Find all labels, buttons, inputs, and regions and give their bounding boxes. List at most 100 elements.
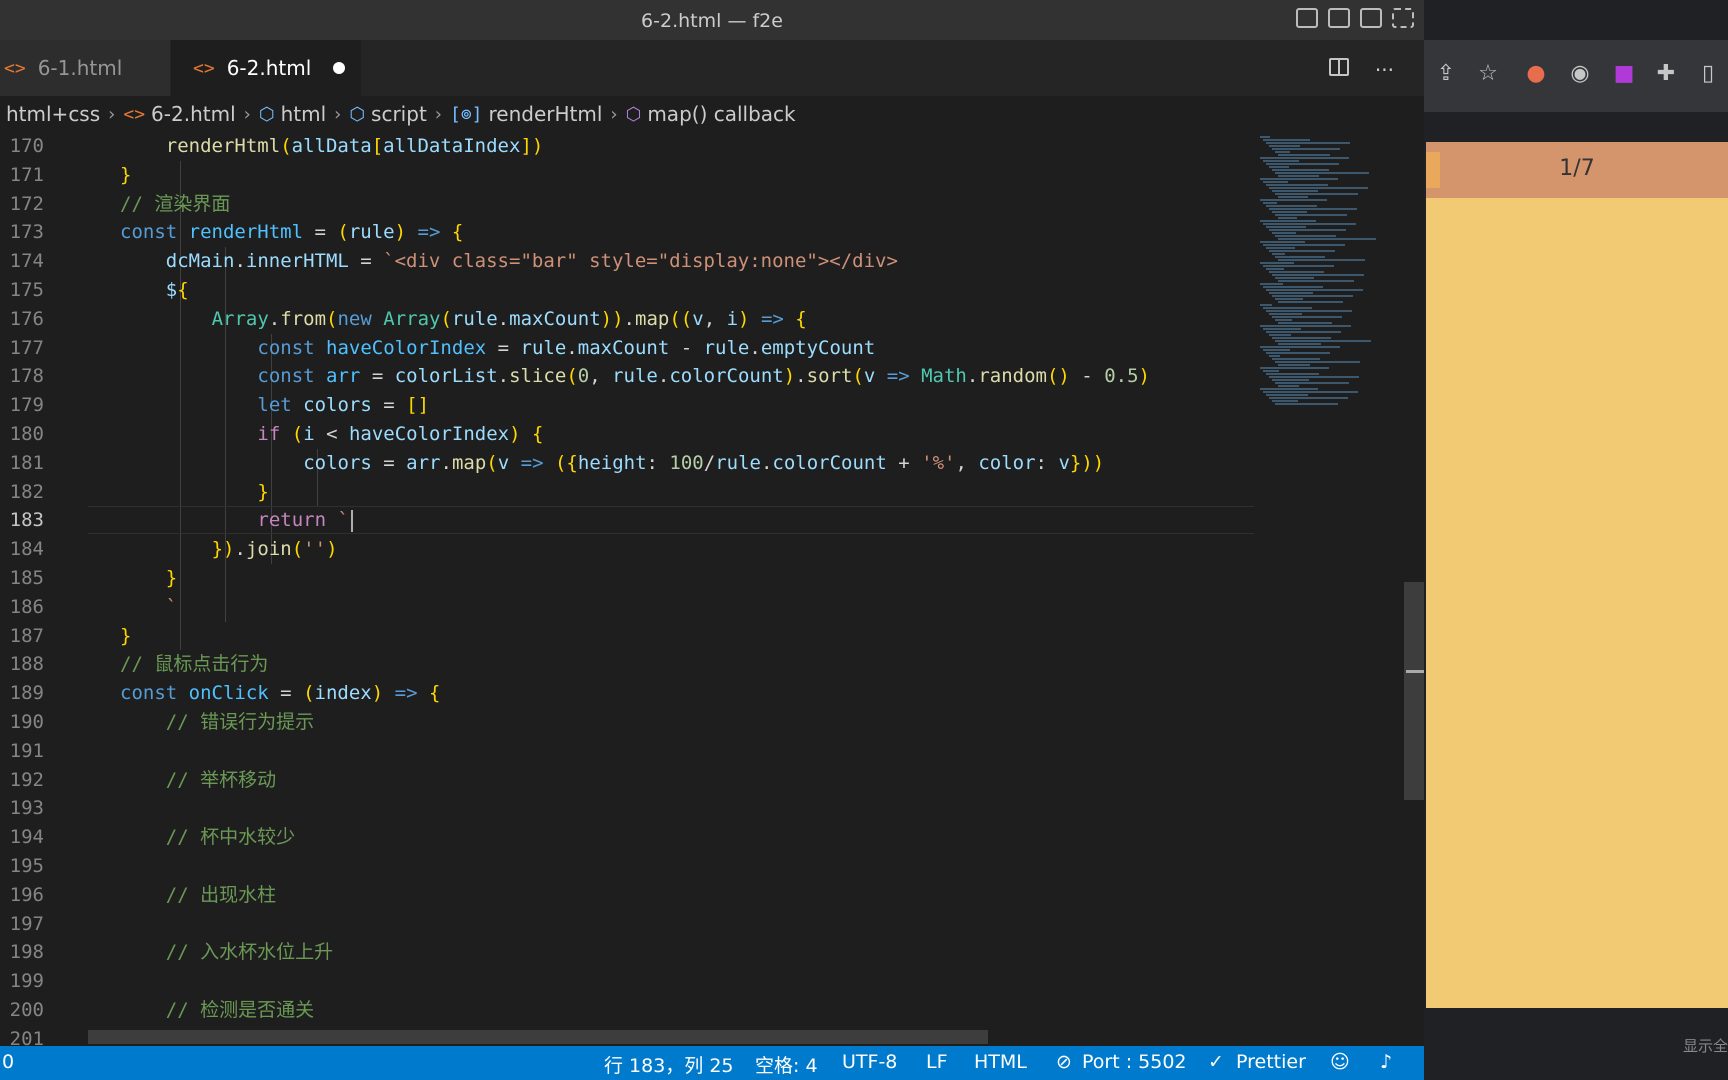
code-line[interactable]: 185} — [0, 564, 1254, 593]
code-line[interactable]: 171} — [0, 161, 1254, 190]
code-line[interactable]: 199 — [0, 967, 1254, 996]
code-line[interactable]: 183 return ` — [0, 506, 1254, 535]
status-language[interactable]: HTML — [974, 1051, 1027, 1073]
code-text: }).join('') — [211, 538, 338, 561]
minimap-line — [1275, 382, 1349, 384]
customize-layout-icon[interactable] — [1392, 8, 1414, 28]
share-icon[interactable]: ⇪ — [1434, 62, 1458, 86]
breadcrumb-script[interactable]: script — [371, 102, 427, 126]
rp-extension-icon[interactable]: ■ — [1612, 62, 1636, 86]
code-line[interactable]: 191 — [0, 737, 1254, 766]
minimap-line — [1278, 280, 1354, 282]
status-live-server-port[interactable]: Port : 5502 — [1082, 1051, 1187, 1073]
code-line[interactable]: 178 const arr = colorList.slice(0, rule.c… — [0, 362, 1254, 391]
code-line[interactable]: 175 ${ — [0, 276, 1254, 305]
minimap-line — [1263, 265, 1334, 267]
code-line[interactable]: 176 Array.from(new Array(rule.maxCount)).… — [0, 305, 1254, 334]
line-number: 181 — [9, 451, 44, 474]
feedback-icon[interactable]: ☺ — [1330, 1051, 1350, 1073]
breadcrumb-renderhtml[interactable]: renderHtml — [489, 102, 603, 126]
code-line[interactable]: 179 let colors = [] — [0, 391, 1254, 420]
code-line[interactable]: 198 // 入水杯水位上升 — [0, 938, 1254, 967]
minimap-line — [1266, 142, 1350, 144]
scrollbar-thumb[interactable] — [1404, 582, 1424, 800]
status-remote[interactable]: 0 — [2, 1051, 14, 1073]
code-line[interactable]: 174 dcMain.innerHTML = `<div class="bar" … — [0, 247, 1254, 276]
window-title: 6-2.html — f2e — [641, 10, 783, 32]
breadcrumb-html[interactable]: html — [281, 102, 327, 126]
no-entry-icon: ⊘ — [1056, 1051, 1072, 1073]
chevron-right-icon: › — [434, 103, 442, 125]
code-line[interactable]: 200 // 检测是否通关 — [0, 996, 1254, 1025]
minimap-line — [1278, 322, 1332, 324]
minimap-line — [1266, 331, 1341, 333]
code-line[interactable]: 172 // 渲染界面 — [0, 190, 1254, 219]
tab-6-2-html[interactable]: <> 6-2.html — [171, 40, 361, 96]
minimap-line — [1266, 226, 1306, 228]
code-line[interactable]: 187} — [0, 622, 1254, 651]
minimap-line — [1266, 352, 1330, 354]
sidebar-panel-icon[interactable]: ▯ — [1696, 62, 1720, 86]
bell-icon[interactable]: ♪ — [1380, 1051, 1392, 1073]
breadcrumb-file[interactable]: 6-2.html — [151, 102, 236, 126]
toggle-primary-sidebar-icon[interactable] — [1296, 8, 1318, 28]
code-line[interactable]: 193 — [0, 794, 1254, 823]
toggle-secondary-sidebar-icon[interactable] — [1360, 8, 1382, 28]
code-editor[interactable]: 170 renderHtml(allData[allDataIndex]) 171}… — [0, 132, 1254, 1046]
status-eol[interactable]: LF — [926, 1051, 948, 1073]
code-line[interactable]: 181 colors = arr.map(v => ({height: 100/r… — [0, 449, 1254, 478]
breadcrumb-callback[interactable]: map() callback — [647, 102, 795, 126]
minimap[interactable] — [1254, 132, 1404, 1046]
cube-icon: ⬡ — [349, 103, 366, 125]
tab-label: 6-2.html — [226, 56, 312, 80]
minimap-line — [1269, 208, 1357, 210]
code-line[interactable]: 197 — [0, 910, 1254, 939]
code-line[interactable]: 190 // 错误行为提示 — [0, 708, 1254, 737]
code-line[interactable]: 188 // 鼠标点击行为 — [0, 650, 1254, 679]
minimap-line — [1275, 340, 1371, 342]
minimap-line — [1278, 154, 1330, 156]
status-indentation[interactable]: 空格: 4 — [755, 1051, 818, 1078]
puzzle-extensions-icon[interactable]: ✚ — [1654, 62, 1678, 86]
code-line[interactable]: 194 // 杯中水较少 — [0, 823, 1254, 852]
code-line[interactable]: 186 ` — [0, 593, 1254, 622]
breadcrumb-folder[interactable]: html+css — [6, 102, 100, 126]
code-line[interactable]: 177 const haveColorIndex = rule.maxCount … — [0, 334, 1254, 363]
minimap-line — [1272, 358, 1320, 360]
tab-6-1-html[interactable]: <> 6-1.html — [0, 40, 170, 96]
code-text: } — [257, 480, 269, 503]
owl-extension-icon[interactable]: ◉ — [1568, 62, 1592, 86]
minimap-line — [1263, 286, 1323, 288]
minimap-line — [1263, 181, 1288, 183]
code-line[interactable]: 170 renderHtml(allData[allDataIndex]) — [0, 132, 1254, 161]
status-encoding[interactable]: UTF-8 — [842, 1051, 897, 1073]
code-line[interactable]: 180 if (i < haveColorIndex) { — [0, 420, 1254, 449]
color-extension-icon[interactable]: ● — [1524, 62, 1548, 86]
webpage-preview[interactable]: 1/7 — [1426, 142, 1728, 1008]
code-line[interactable]: 184}).join('') — [0, 535, 1254, 564]
split-editor-icon[interactable] — [1328, 58, 1349, 76]
minimap-line — [1275, 298, 1303, 300]
code-line[interactable]: 189 const onClick = (index) => { — [0, 679, 1254, 708]
more-actions-icon[interactable]: ··· — [1375, 58, 1394, 82]
minimap-line — [1269, 376, 1359, 378]
status-prettier[interactable]: Prettier — [1236, 1051, 1306, 1073]
minimap-line — [1260, 367, 1329, 369]
minimap-line — [1269, 166, 1289, 168]
code-line[interactable]: 195 — [0, 852, 1254, 881]
line-number: 178 — [9, 365, 44, 388]
code-line[interactable]: 196 // 出现水柱 — [0, 881, 1254, 910]
minimap-line — [1269, 229, 1346, 231]
minimap-line — [1278, 175, 1319, 177]
code-line[interactable]: 192 // 举杯移动 — [0, 766, 1254, 795]
minimap-line — [1275, 214, 1347, 216]
code-line[interactable]: 182} — [0, 478, 1254, 507]
line-number: 198 — [9, 941, 44, 964]
toggle-panel-icon[interactable] — [1328, 8, 1350, 28]
unsaved-dot-icon[interactable] — [333, 62, 346, 74]
status-cursor-position[interactable]: 行 183，列 25 — [604, 1051, 734, 1078]
vertical-scrollbar[interactable] — [1404, 132, 1424, 1046]
code-line[interactable]: 173 const renderHtml = (rule) => { — [0, 218, 1254, 247]
bookmark-star-icon[interactable]: ☆ — [1476, 62, 1500, 86]
horizontal-scrollbar[interactable] — [88, 1030, 988, 1044]
